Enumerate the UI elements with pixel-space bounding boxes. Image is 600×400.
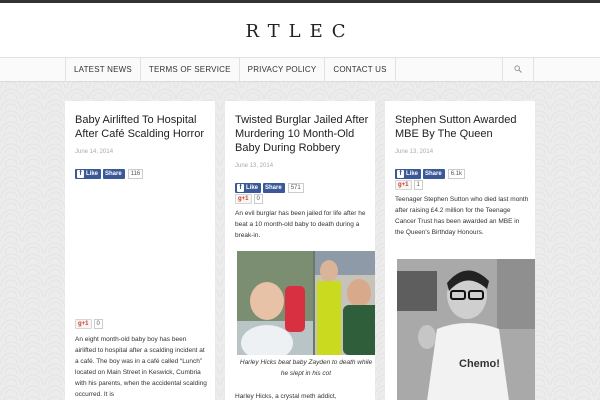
post-excerpt: Teenager Stephen Sutton who died last mo… [395,196,529,236]
search-button[interactable] [502,58,534,82]
post-date: June 13, 2014 [235,163,274,169]
facebook-share-button[interactable]: Share [263,183,285,193]
facebook-share-bar: f Like Share 116 [75,169,144,179]
google-plus-count: 0 [253,194,263,204]
facebook-share-bar: f Like Share 6.1k [395,169,466,179]
facebook-like-button[interactable]: f Like [75,169,102,179]
google-plus-count: 0 [93,319,103,329]
facebook-icon: f [397,170,404,178]
nav-item-contact-us[interactable]: CONTACT US [325,58,396,82]
facebook-share-button[interactable]: Share [103,169,125,179]
nav-item-privacy-policy[interactable]: PRIVACY POLICY [240,58,326,82]
shirt-text: Chemo! [459,358,500,370]
site-header: RTLEC [0,3,600,58]
google-plus-button[interactable]: g+1 [235,194,252,204]
post-title[interactable]: Twisted Burglar Jailed After Murdering 1… [235,113,371,155]
facebook-icon: f [77,170,84,178]
post-excerpt: An evil burglar has been jailed for life… [235,210,366,239]
site-logo[interactable]: RTLEC [0,21,600,42]
post-card: Baby Airlifted To Hospital After Café Sc… [65,101,215,400]
post-date: June 14, 2014 [75,149,114,155]
post-card: Stephen Sutton Awarded MBE By The Queen … [385,101,535,400]
post-date: June 13, 2014 [395,149,434,155]
post-photo: Chemo! [397,259,535,400]
main-navigation: LATEST NEWS TERMS OF SERVICE PRIVACY POL… [0,58,600,82]
post-title[interactable]: Stephen Sutton Awarded MBE By The Queen [395,113,531,141]
facebook-count: 116 [127,169,144,179]
nav-item-terms-of-service[interactable]: TERMS OF SERVICE [141,58,240,82]
google-plus-button[interactable]: g+1 [395,180,412,190]
post-card: Twisted Burglar Jailed After Murdering 1… [225,101,375,400]
post-photo [237,251,375,355]
search-icon [514,65,522,73]
google-plus-button[interactable]: g+1 [75,319,92,329]
nav-item-latest-news[interactable]: LATEST NEWS [66,58,141,82]
facebook-count: 571 [287,183,304,193]
facebook-share-bar: f Like Share 571 [235,183,304,193]
google-plus-bar: g+1 0 [75,319,103,329]
post-image[interactable] [237,251,375,355]
google-plus-bar: g+1 0 [235,194,263,204]
facebook-icon: f [237,184,244,192]
image-caption: Harley Hicks beat baby Zayden to death w… [239,359,373,377]
facebook-like-button[interactable]: f Like [235,183,262,193]
facebook-like-button[interactable]: f Like [395,169,422,179]
post-excerpt-continued: Harley Hicks, a crystal meth addict, [235,393,337,400]
post-title[interactable]: Baby Airlifted To Hospital After Café Sc… [75,113,211,141]
google-plus-count: 1 [413,180,423,190]
facebook-count: 6.1k [447,169,466,179]
google-plus-bar: g+1 1 [395,180,423,190]
post-image[interactable]: Chemo! [397,259,535,400]
facebook-share-button[interactable]: Share [423,169,445,179]
post-excerpt: An eight month-old baby boy has been air… [75,336,207,398]
